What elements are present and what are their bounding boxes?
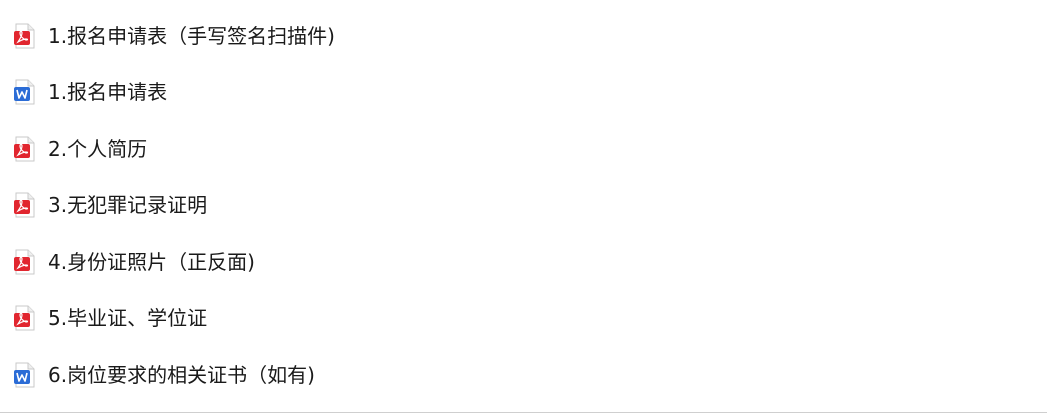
- pdf-file-icon: [14, 136, 35, 162]
- file-item-4-pdf[interactable]: 4.身份证照片（正反面): [14, 246, 255, 278]
- file-item-2-pdf[interactable]: 2.个人简历: [14, 133, 147, 165]
- file-name: 5.毕业证、学位证: [48, 306, 208, 330]
- file-name: 2.个人简历: [48, 137, 148, 161]
- file-name: 4.身份证照片（正反面): [48, 250, 255, 274]
- file-item-1-pdf[interactable]: 1.报名申请表（手写签名扫描件): [14, 20, 335, 52]
- file-name: 3.无犯罪记录证明: [48, 193, 208, 217]
- file-item-1-word[interactable]: 1.报名申请表: [14, 76, 167, 108]
- word-file-icon: [14, 362, 35, 388]
- bottom-divider: [0, 412, 1047, 413]
- pdf-file-icon: [14, 305, 35, 331]
- word-file-icon: [14, 79, 35, 105]
- file-name: 6.岗位要求的相关证书（如有): [48, 363, 315, 387]
- file-name: 1.报名申请表（手写签名扫描件): [48, 24, 335, 48]
- pdf-file-icon: [14, 249, 35, 275]
- pdf-file-icon: [14, 192, 35, 218]
- file-list: 1.报名申请表（手写签名扫描件) 1.报名申请表 2.个人简历 3.无犯罪记录证…: [0, 0, 1047, 412]
- file-item-5-pdf[interactable]: 5.毕业证、学位证: [14, 302, 207, 334]
- file-name: 1.报名申请表: [48, 80, 168, 104]
- file-item-3-pdf[interactable]: 3.无犯罪记录证明: [14, 189, 207, 221]
- file-item-6-word[interactable]: 6.岗位要求的相关证书（如有): [14, 359, 315, 391]
- pdf-file-icon: [14, 23, 35, 49]
